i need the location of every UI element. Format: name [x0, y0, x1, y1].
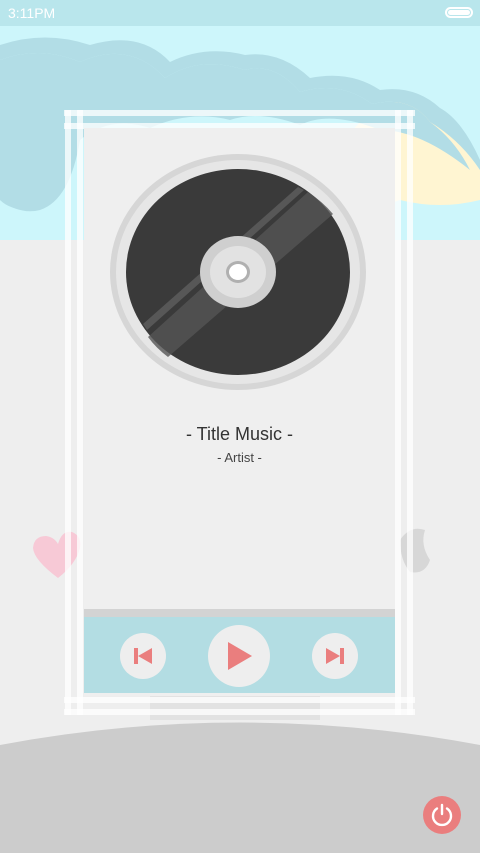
- skip-previous-icon: [134, 648, 152, 664]
- song-title: - Title Music -: [185, 424, 293, 444]
- status-bar: 3:11PM: [0, 0, 480, 26]
- power-button[interactable]: [423, 796, 461, 834]
- play-button[interactable]: [208, 625, 270, 687]
- vinyl-record-icon: [110, 154, 366, 390]
- previous-button[interactable]: [120, 633, 166, 679]
- power-icon: [431, 803, 453, 827]
- status-time: 3:11PM: [8, 5, 56, 21]
- playback-controls: [84, 617, 395, 693]
- song-artist: - Artist -: [217, 450, 262, 465]
- controls-divider: [84, 609, 395, 617]
- play-icon: [228, 642, 252, 670]
- battery-icon: [445, 7, 473, 18]
- skip-next-icon: [326, 648, 344, 664]
- next-button[interactable]: [312, 633, 358, 679]
